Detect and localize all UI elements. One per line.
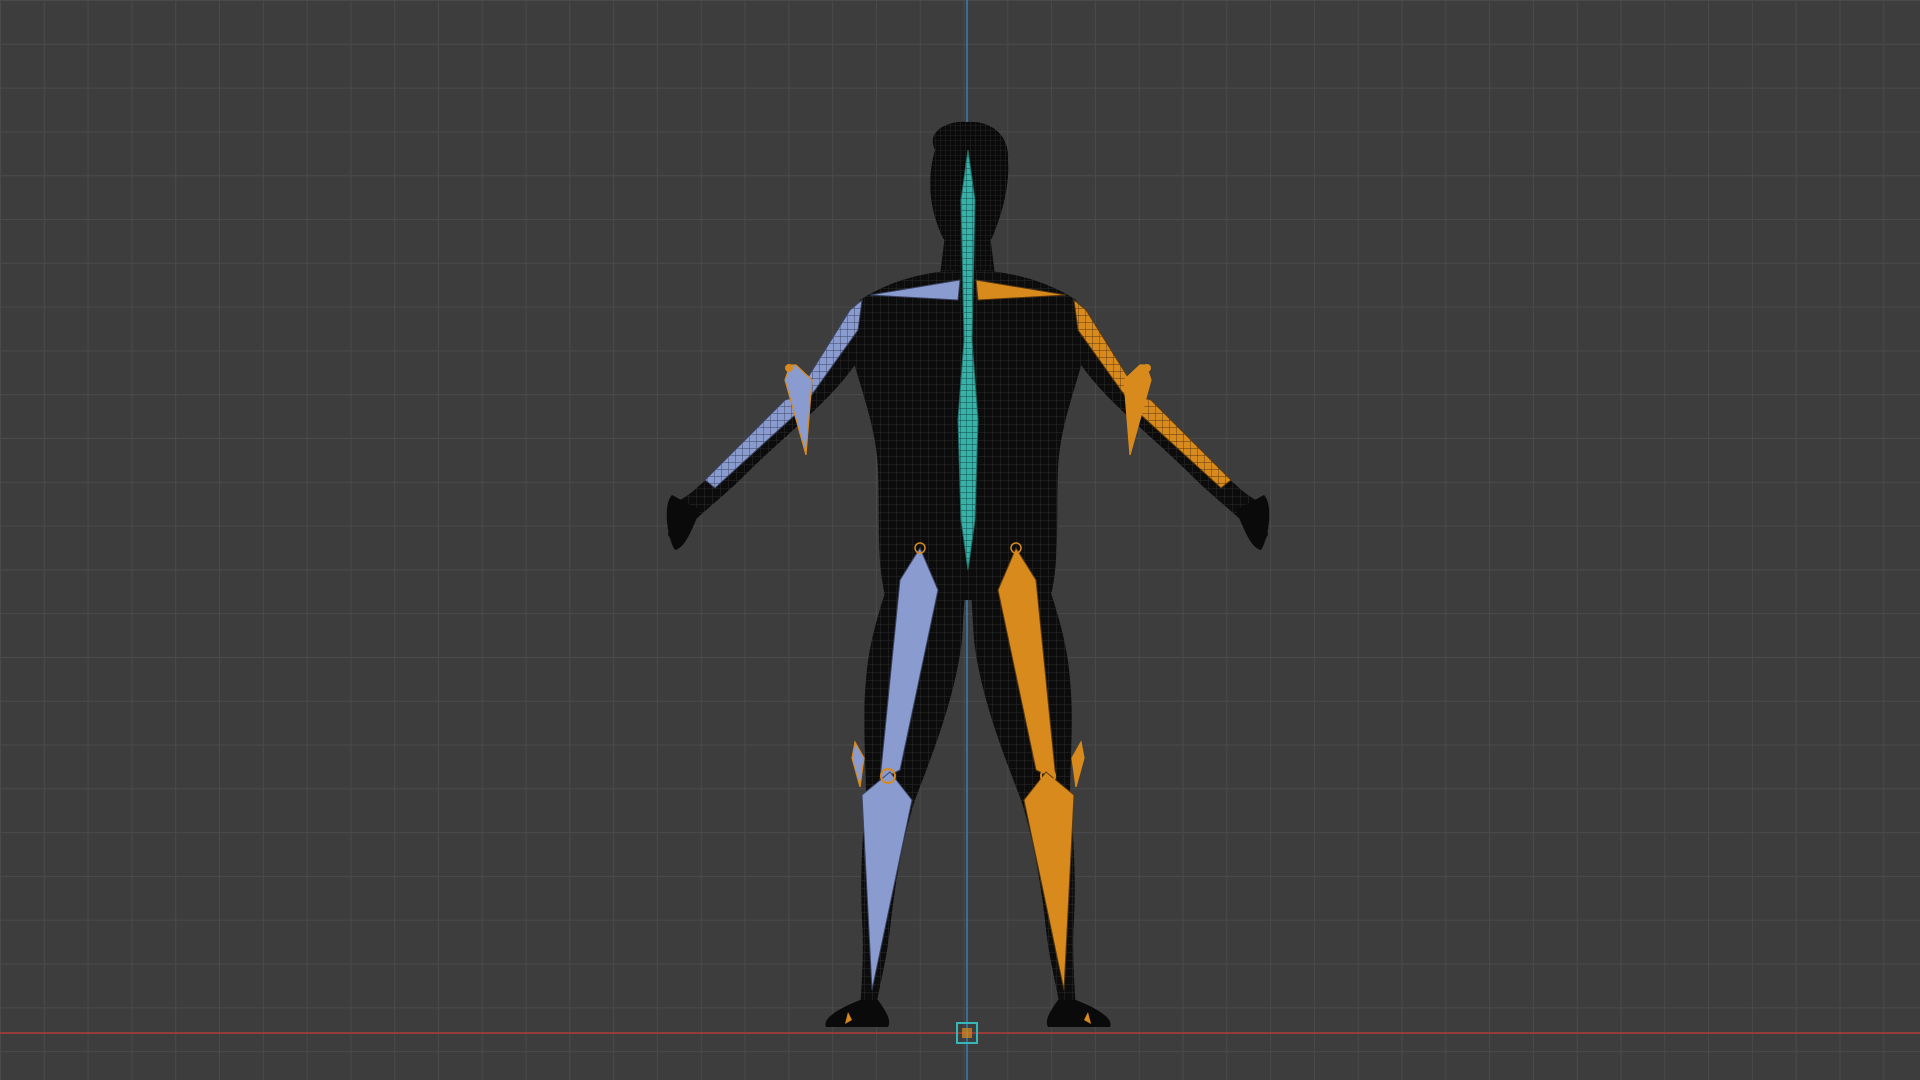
forearm-bone-left[interactable] [704, 394, 801, 489]
right-foot-mesh [1046, 1000, 1111, 1027]
elbow-pole-handle-right[interactable] [1143, 364, 1151, 372]
forearm-bone-right[interactable] [1135, 394, 1232, 489]
left-foot-mesh [825, 1000, 890, 1027]
elbow-pole-handle-left[interactable] [785, 364, 793, 372]
viewport-scene[interactable] [0, 0, 1920, 1080]
3d-viewport[interactable] [0, 0, 1920, 1080]
knee-pole-target-left[interactable] [851, 740, 865, 788]
knee-pole-target-right[interactable] [1071, 740, 1085, 788]
